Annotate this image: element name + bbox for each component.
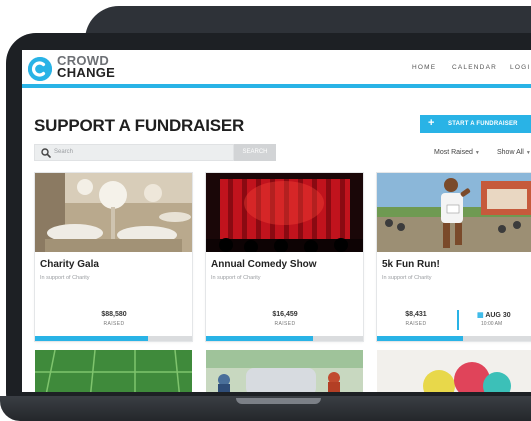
fundraiser-card-charity-gala[interactable]: Charity Gala In support of Charity $88,5…: [35, 173, 192, 341]
event-time: 10:00 AM: [481, 321, 503, 327]
card-support-text: In support of Charity: [382, 275, 432, 281]
progress-fill: [35, 336, 149, 341]
card-divider: [457, 310, 459, 330]
filter-label: Show All: [497, 149, 524, 156]
search-icon: [41, 148, 51, 158]
progress-fill: [206, 336, 313, 341]
card-support-text: In support of Charity: [40, 275, 90, 281]
site-header: CROWD CHANGE HOME CALENDAR LOGI: [22, 50, 531, 88]
card-title[interactable]: 5k Fun Run!: [382, 259, 440, 270]
card-support-text: In support of Charity: [211, 275, 261, 281]
nav-login[interactable]: LOGI: [510, 64, 530, 71]
progress-bar: [35, 336, 192, 341]
fundraiser-card-fun-run[interactable]: 5k Fun Run! In support of Charity $8,431…: [377, 173, 531, 341]
progress-fill: [377, 336, 464, 341]
brand-name[interactable]: CROWD CHANGE: [57, 54, 116, 80]
chevron-down-icon: ▼: [474, 150, 480, 156]
progress-bar: [377, 336, 531, 341]
laptop-notch: [236, 398, 321, 404]
gala-image: [35, 173, 192, 252]
fundraiser-card-car-wash[interactable]: [206, 350, 363, 392]
search-input[interactable]: Search: [34, 144, 234, 161]
page-title: SUPPORT A FUNDRAISER: [34, 116, 245, 135]
card-raised-label: RAISED: [103, 321, 125, 327]
comedy-show-image: [206, 173, 363, 252]
card-title[interactable]: Charity Gala: [40, 259, 99, 270]
nav-home[interactable]: HOME: [412, 64, 436, 71]
fundraiser-card-balloons[interactable]: [377, 350, 531, 392]
filter-dropdown[interactable]: Show All ▼: [497, 149, 531, 156]
laptop-screen: CROWD CHANGE HOME CALENDAR LOGI SUPPORT …: [22, 50, 531, 392]
nav-calendar[interactable]: CALENDAR: [452, 64, 497, 71]
calendar-icon: ▦: [477, 312, 484, 319]
card-raised-label: RAISED: [274, 321, 296, 327]
card-title[interactable]: Annual Comedy Show: [211, 259, 317, 270]
product-mockup: CROWD CHANGE HOME CALENDAR LOGI SUPPORT …: [0, 0, 531, 421]
card-amount: $16,459: [272, 311, 298, 318]
event-date: ▦ AUG 30: [477, 311, 511, 319]
sort-label: Most Raised: [434, 149, 473, 156]
logo-icon[interactable]: [28, 57, 52, 81]
brand-line-2: CHANGE: [57, 65, 116, 80]
search-placeholder: Search: [54, 149, 74, 155]
fundraiser-card-comedy-show[interactable]: Annual Comedy Show In support of Charity…: [206, 173, 363, 341]
start-fundraiser-button[interactable]: + START A FUNDRAISER: [420, 115, 531, 133]
sort-dropdown[interactable]: Most Raised ▼: [434, 149, 480, 156]
card-amount: $8,431: [405, 311, 427, 318]
fun-run-image: [377, 173, 531, 252]
chevron-down-icon: ▼: [525, 150, 531, 156]
event-date-text: AUG 30: [485, 312, 511, 319]
start-fundraiser-label: START A FUNDRAISER: [448, 121, 518, 127]
card-amount: $88,580: [101, 311, 127, 318]
progress-bar: [206, 336, 363, 341]
search-button[interactable]: SEARCH: [234, 144, 276, 161]
fundraiser-card-field[interactable]: [35, 350, 192, 392]
plus-icon: +: [428, 117, 435, 129]
card-raised-label: RAISED: [405, 321, 427, 327]
